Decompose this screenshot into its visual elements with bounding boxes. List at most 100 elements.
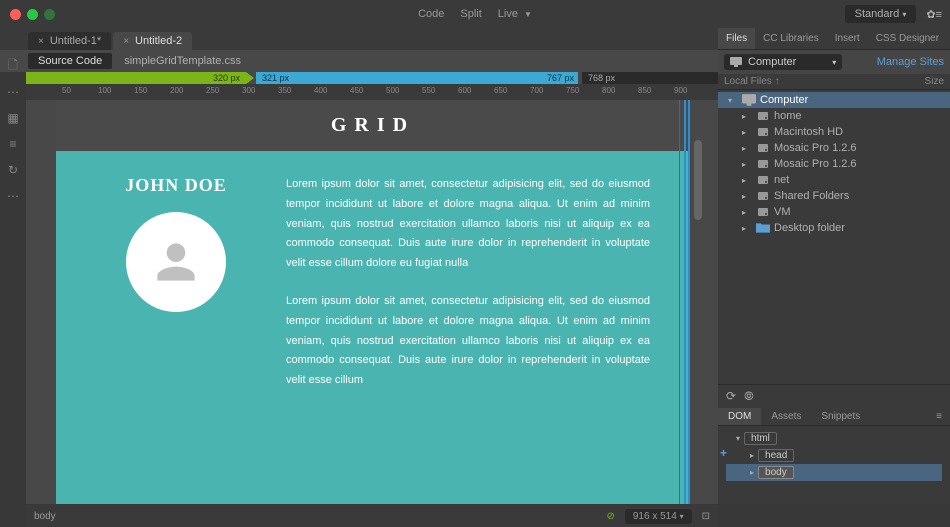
tool-icon[interactable]: ▦ (5, 110, 21, 126)
more-tools-icon[interactable]: ⋯ (5, 188, 21, 204)
dom-tree-row[interactable]: ▾ html (726, 430, 942, 447)
tool-icon[interactable]: ≡ (5, 136, 21, 152)
column-local-files[interactable]: Local Files ↑ (724, 76, 780, 87)
ruler-tick: 500 (386, 86, 399, 95)
disclosure-arrow-icon[interactable]: ▸ (742, 128, 752, 137)
maximize-window-icon[interactable] (44, 9, 55, 20)
close-icon[interactable]: × (38, 36, 44, 47)
files-column-headers: Local Files ↑ Size (718, 74, 950, 90)
device-preview-icon[interactable]: ⊡ (702, 511, 710, 522)
file-tree-label: Desktop folder (774, 222, 845, 234)
profile-name: JOHN DOE (96, 175, 256, 196)
ruler-tick: 550 (422, 86, 435, 95)
file-tree-row[interactable]: ▸ Mosaic Pro 1.2.6 (718, 140, 950, 156)
canvas-viewport[interactable]: GRID JOHN DOE Lorem ipsum dolor sit amet… (56, 100, 706, 504)
gear-icon[interactable]: ✿≡ (926, 8, 942, 21)
manage-sites-link[interactable]: Manage Sites (877, 56, 944, 68)
dom-panel: ⟳ ⦾ DOM Assets Snippets ≡ ▾ html ▸head▸bod… (718, 384, 950, 504)
sync-ok-icon[interactable]: ⊘ (606, 511, 614, 522)
file-tree-label: Computer (760, 94, 808, 106)
scrollbar[interactable] (694, 140, 702, 220)
disclosure-arrow-icon[interactable]: ▸ (750, 468, 754, 477)
media-query-segment[interactable]: 768 px (582, 72, 718, 84)
document-tab[interactable]: × Untitled-1* (28, 32, 111, 50)
disclosure-arrow-icon[interactable]: ▸ (742, 192, 752, 201)
status-bar: body ⊘ 916 x 514 ▾ ⊡ (26, 505, 718, 527)
dom-tree-row[interactable]: ▸head (726, 447, 942, 464)
view-mode-live[interactable]: Live▼ (498, 8, 532, 20)
file-tree-row[interactable]: ▸net (718, 172, 950, 188)
panel-tab-insert[interactable]: Insert (827, 33, 868, 44)
workspace-switcher[interactable]: Standard ▾ (845, 5, 917, 23)
chevron-down-icon[interactable]: ▼ (524, 10, 532, 19)
disclosure-arrow-icon[interactable]: ▸ (742, 160, 752, 169)
media-query-segment[interactable]: 320 px (26, 72, 246, 84)
related-file[interactable]: simpleGridTemplate.css (124, 55, 241, 67)
ruler-tick: 200 (170, 86, 183, 95)
eye-icon[interactable]: ⦾ (744, 389, 754, 404)
file-management-icon[interactable]: 🗋 (5, 58, 21, 74)
workspace-area: Standard ▾ ✿≡ (845, 5, 942, 23)
disclosure-arrow-icon[interactable]: ▸ (742, 224, 752, 233)
file-tree-row[interactable]: ▸Macintosh HD (718, 124, 950, 140)
column-size[interactable]: Size (925, 76, 944, 87)
disclosure-arrow-icon[interactable]: ▾ (736, 434, 740, 443)
ruler-tick: 100 (98, 86, 111, 95)
panel-menu-icon[interactable]: ≡ (926, 408, 950, 425)
left-toolbar: 🗋 ⋯ ▦ ≡ ↻ ⋯ (0, 50, 26, 204)
panel-tab-files[interactable]: Files (718, 28, 755, 49)
viewport-size[interactable]: 916 x 514 ▾ (625, 509, 692, 524)
document-tab[interactable]: × Untitled-2 (113, 32, 192, 50)
ruler-tick: 700 (530, 86, 543, 95)
view-mode-split[interactable]: Split (460, 8, 481, 20)
tool-icon[interactable]: ↻ (5, 162, 21, 178)
panel-tab-cssdesigner[interactable]: CSS Designer (868, 33, 947, 44)
panel-tabs: Files CC Libraries Insert CSS Designer (718, 28, 950, 50)
disclosure-arrow-icon[interactable]: ▸ (742, 208, 752, 217)
media-query-bar[interactable]: 320 px 321 px 767 px 768 px (26, 72, 718, 84)
file-tree-label: Mosaic Pro 1.2.6 (774, 142, 857, 154)
source-code-button[interactable]: Source Code (28, 53, 112, 69)
file-tree-label: home (774, 110, 802, 122)
close-icon[interactable]: × (123, 36, 129, 47)
files-header: Computer ▾ Manage Sites (718, 50, 950, 74)
monitor-icon (730, 57, 742, 67)
body-text: Lorem ipsum dolor sit amet, consectetur … (286, 175, 650, 409)
minimize-window-icon[interactable] (27, 9, 38, 20)
file-tree-row[interactable]: ▸ home (718, 108, 950, 124)
dom-tab-snippets[interactable]: Snippets (811, 408, 870, 425)
dom-panel-tabs: DOM Assets Snippets ≡ (718, 408, 950, 426)
file-tree-row[interactable]: ▾ Computer (718, 92, 950, 108)
dom-tab-dom[interactable]: DOM (718, 408, 761, 425)
file-tree-label: Mosaic Pro 1.2.6 (774, 158, 857, 170)
title-bar: Code Split Live▼ Standard ▾ ✿≡ (0, 0, 950, 28)
view-mode-code[interactable]: Code (418, 8, 444, 20)
file-tree-row[interactable]: ▸ Desktop folder (718, 220, 950, 236)
dom-tag-label: html (744, 432, 777, 445)
close-window-icon[interactable] (10, 9, 21, 20)
disclosure-arrow-icon[interactable]: ▸ (742, 144, 752, 153)
file-tree: ▾Computer▸home▸Macintosh HD▸Mosaic Pro 1… (718, 90, 950, 238)
code-navigator-icon[interactable]: ⋯ (5, 84, 21, 100)
file-tree-row[interactable]: ▸Shared Folders (718, 188, 950, 204)
file-tree-row[interactable]: ▸ Mosaic Pro 1.2.6 (718, 156, 950, 172)
disclosure-arrow-icon[interactable]: ▾ (728, 96, 738, 105)
avatar (126, 212, 226, 312)
tag-breadcrumb[interactable]: body (34, 511, 56, 522)
refresh-icon[interactable]: ⟳ (726, 389, 736, 404)
ruler-tick: 300 (242, 86, 255, 95)
add-element-button[interactable]: + (720, 446, 727, 460)
disclosure-arrow-icon[interactable]: ▸ (742, 112, 752, 121)
document-tab-label: Untitled-1* (50, 35, 101, 47)
site-selector[interactable]: Computer ▾ (724, 54, 842, 70)
file-tree-row[interactable]: ▸VM (718, 204, 950, 220)
dom-tab-assets[interactable]: Assets (761, 408, 811, 425)
disclosure-arrow-icon[interactable]: ▸ (750, 451, 754, 460)
dom-tree-row[interactable]: ▸body (726, 464, 942, 481)
window-controls (0, 9, 55, 20)
ruler-tick: 50 (62, 86, 71, 95)
rendered-page[interactable]: GRID JOHN DOE Lorem ipsum dolor sit amet… (56, 100, 690, 504)
disclosure-arrow-icon[interactable]: ▸ (742, 176, 752, 185)
panel-tab-cclibraries[interactable]: CC Libraries (755, 33, 827, 44)
media-query-segment[interactable]: 321 px 767 px (256, 72, 578, 84)
